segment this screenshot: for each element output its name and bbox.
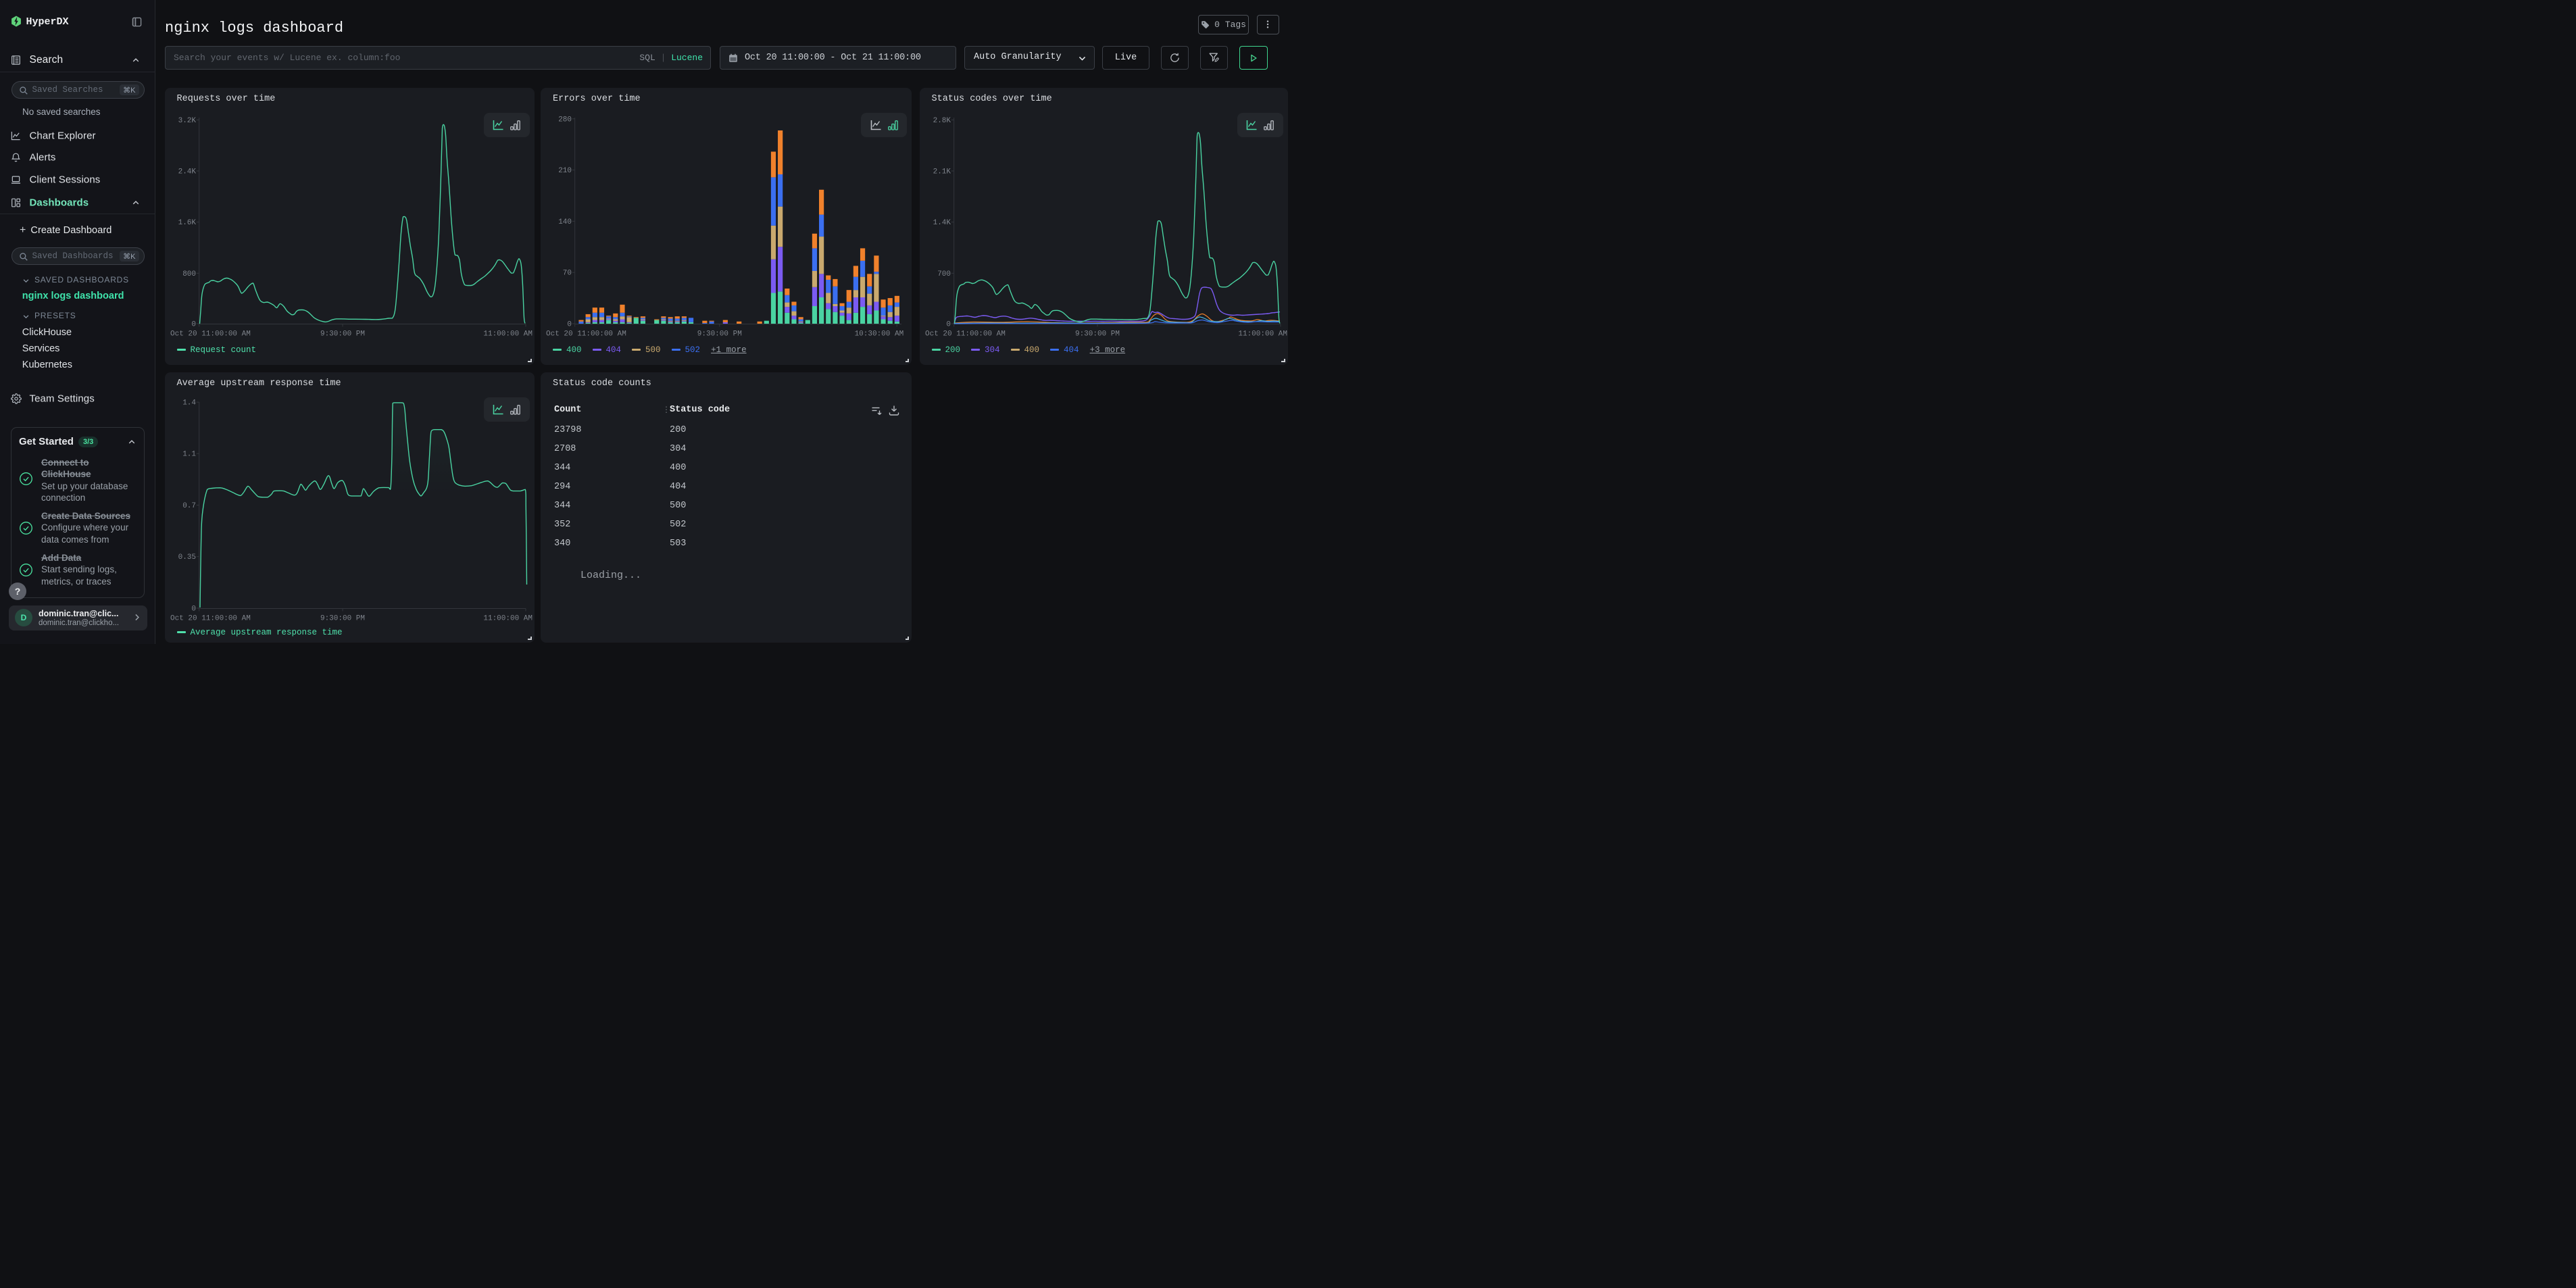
svg-text:210: 210 bbox=[558, 167, 572, 175]
svg-text:Oct 20 11:00:00 AM: Oct 20 11:00:00 AM bbox=[170, 330, 251, 339]
svg-text:1.1: 1.1 bbox=[182, 451, 196, 459]
svg-text:2.1K: 2.1K bbox=[933, 168, 951, 176]
svg-text:700: 700 bbox=[937, 270, 951, 278]
svg-text:800: 800 bbox=[182, 270, 196, 278]
svg-text:1.4: 1.4 bbox=[182, 399, 196, 407]
svg-text:Oct 20 11:00:00 AM: Oct 20 11:00:00 AM bbox=[925, 330, 1006, 339]
svg-text:3.2K: 3.2K bbox=[178, 117, 196, 125]
svg-text:11:00:00 AM: 11:00:00 AM bbox=[483, 615, 532, 623]
svg-text:0.7: 0.7 bbox=[182, 502, 196, 510]
svg-text:Oct 20 11:00:00 AM: Oct 20 11:00:00 AM bbox=[546, 330, 626, 339]
svg-text:9:30:00 PM: 9:30:00 PM bbox=[1074, 330, 1119, 339]
svg-text:0: 0 bbox=[567, 321, 572, 329]
svg-text:2.8K: 2.8K bbox=[933, 117, 951, 125]
svg-text:11:00:00 AM: 11:00:00 AM bbox=[483, 330, 532, 339]
svg-text:140: 140 bbox=[558, 218, 572, 226]
svg-text:280: 280 bbox=[558, 116, 572, 124]
svg-text:9:30:00 PM: 9:30:00 PM bbox=[320, 330, 364, 339]
svg-text:70: 70 bbox=[563, 270, 572, 278]
svg-text:11:00:00 AM: 11:00:00 AM bbox=[1238, 330, 1287, 339]
svg-text:1.6K: 1.6K bbox=[178, 219, 196, 227]
svg-text:Oct 20 11:00:00 AM: Oct 20 11:00:00 AM bbox=[170, 615, 251, 623]
svg-text:0.35: 0.35 bbox=[178, 553, 195, 562]
svg-text:2.4K: 2.4K bbox=[178, 168, 196, 176]
svg-text:1.4K: 1.4K bbox=[933, 219, 951, 227]
svg-text:10:30:00 AM: 10:30:00 AM bbox=[855, 330, 904, 339]
svg-text:0: 0 bbox=[191, 605, 196, 614]
svg-text:9:30:00 PM: 9:30:00 PM bbox=[697, 330, 742, 339]
svg-text:0: 0 bbox=[946, 321, 951, 329]
svg-text:0: 0 bbox=[191, 321, 196, 329]
svg-text:9:30:00 PM: 9:30:00 PM bbox=[320, 615, 364, 623]
